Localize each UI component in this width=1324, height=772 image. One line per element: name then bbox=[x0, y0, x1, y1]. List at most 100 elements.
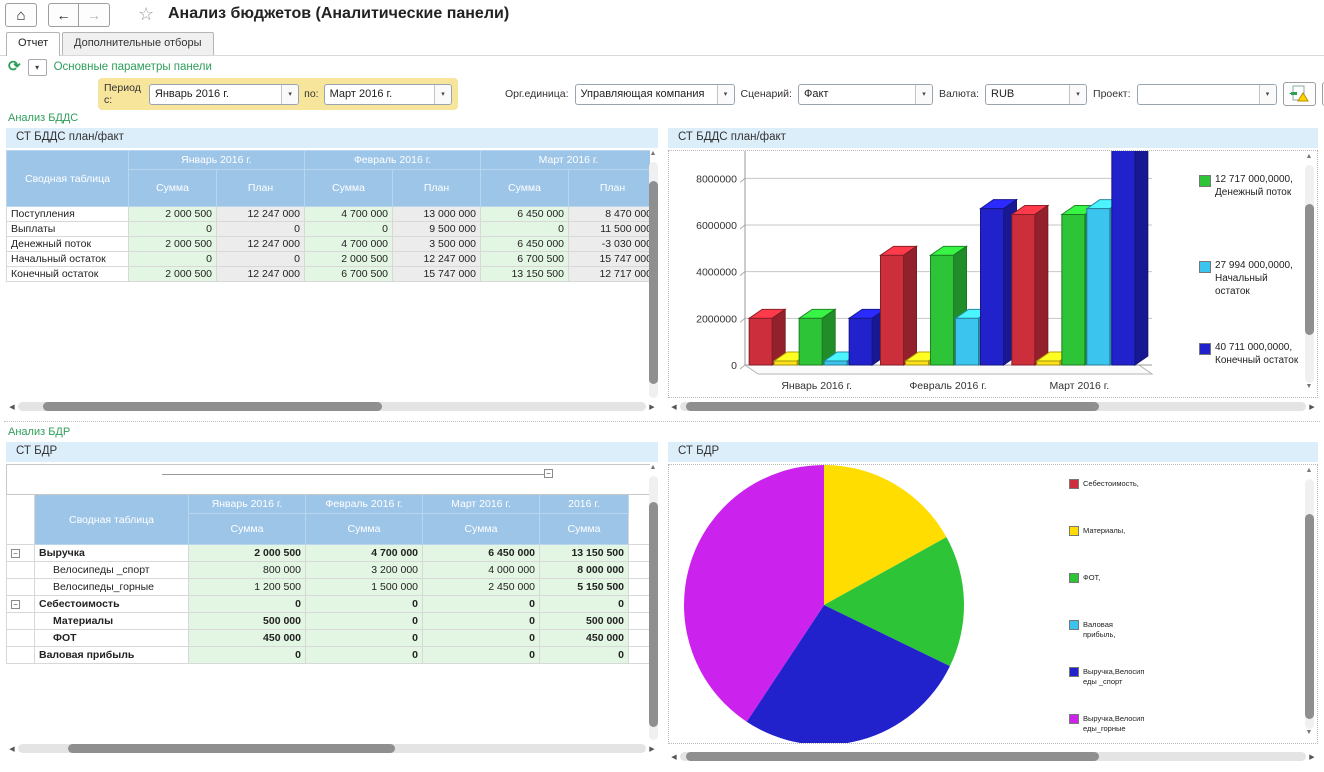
scroll-thumb[interactable] bbox=[686, 752, 1099, 761]
scroll-right-icon[interactable]: ▶ bbox=[1306, 403, 1318, 411]
export-settings-button[interactable] bbox=[1283, 82, 1316, 106]
period-to-combo[interactable]: Март 2016 г. ▾ bbox=[324, 84, 452, 105]
scroll-right-icon[interactable]: ▶ bbox=[646, 745, 658, 753]
home-button[interactable]: ⌂ bbox=[5, 3, 37, 27]
scroll-thumb[interactable] bbox=[649, 502, 658, 726]
bdr-table-hscrollbar[interactable]: ◀ ▶ bbox=[6, 742, 658, 755]
svg-text:8000000: 8000000 bbox=[696, 173, 737, 185]
scroll-right-icon[interactable]: ▶ bbox=[646, 403, 658, 411]
table-row[interactable]: Выплаты0009 500 000011 500 000 bbox=[7, 222, 651, 237]
table-row[interactable]: Начальный остаток002 000 50012 247 0006 … bbox=[7, 252, 651, 267]
value-cell: 6 450 000 bbox=[423, 545, 540, 562]
history-nav: ← → bbox=[48, 3, 110, 27]
chevron-down-icon[interactable]: ▾ bbox=[281, 85, 298, 104]
sub-column-header: Сумма bbox=[189, 514, 306, 545]
table-row[interactable]: Конечный остаток2 000 50012 247 0006 700… bbox=[7, 267, 651, 282]
table-row[interactable]: Валовая прибыль0000 bbox=[7, 647, 651, 664]
tabbar: Отчет Дополнительные отборы bbox=[0, 32, 1324, 55]
scroll-thumb[interactable] bbox=[1305, 204, 1314, 335]
value-cell: 0 bbox=[423, 647, 540, 664]
table-row[interactable]: ФОТ450 00000450 000 bbox=[7, 630, 651, 647]
scroll-left-icon[interactable]: ◀ bbox=[668, 753, 680, 761]
value-cell: 4 700 000 bbox=[306, 545, 423, 562]
collapse-params-button[interactable]: ▾ bbox=[28, 59, 47, 76]
table-row[interactable]: −Выручка2 000 5004 700 0006 450 00013 15… bbox=[7, 545, 651, 562]
sub-column-header: План bbox=[393, 170, 481, 207]
scroll-thumb[interactable] bbox=[649, 181, 658, 384]
period-to-label: по: bbox=[304, 88, 318, 100]
scroll-thumb[interactable] bbox=[68, 744, 395, 753]
scroll-up-icon[interactable]: ▲ bbox=[650, 464, 657, 476]
bdr-table-vscrollbar[interactable]: ▲ bbox=[647, 464, 659, 740]
scroll-right-icon[interactable]: ▶ bbox=[1306, 753, 1318, 761]
table-row[interactable]: −Себестоимость0000 bbox=[7, 596, 651, 613]
bdds-pivot-table: Сводная таблицаЯнварь 2016 г.Февраль 201… bbox=[6, 150, 650, 398]
chevron-down-icon[interactable]: ▾ bbox=[717, 85, 734, 104]
scroll-up-icon[interactable]: ▲ bbox=[1306, 467, 1313, 479]
sub-column-header: Сумма bbox=[481, 170, 569, 207]
favorite-star-icon[interactable]: ☆ bbox=[138, 4, 154, 25]
chevron-down-icon[interactable]: ▾ bbox=[1069, 85, 1086, 104]
scroll-up-icon[interactable]: ▲ bbox=[650, 150, 657, 162]
refresh-button[interactable]: ⟳ bbox=[8, 59, 21, 75]
org-unit-combo[interactable]: Управляющая компания ▾ bbox=[575, 84, 735, 105]
scroll-left-icon[interactable]: ◀ bbox=[668, 403, 680, 411]
collapse-row-button[interactable]: − bbox=[11, 549, 20, 558]
bdr-section-link[interactable]: Анализ БДР bbox=[8, 426, 70, 438]
bdr-legend-vscrollbar[interactable]: ▲ ▼ bbox=[1303, 467, 1315, 741]
row-name-cell: Денежный поток bbox=[7, 237, 129, 252]
value-cell: 13 000 000 bbox=[393, 207, 481, 222]
chevron-down-icon[interactable]: ▾ bbox=[1259, 85, 1276, 104]
bdds-chart-hscrollbar[interactable]: ◀ ▶ bbox=[668, 400, 1318, 413]
back-icon: ← bbox=[57, 7, 71, 23]
forward-button[interactable]: → bbox=[79, 3, 110, 27]
scroll-thumb[interactable] bbox=[43, 402, 382, 411]
chevron-down-icon[interactable]: ▾ bbox=[434, 85, 451, 104]
legend-label: Выручка,Велосипеды _спорт bbox=[1083, 667, 1145, 687]
scroll-down-icon[interactable]: ▼ bbox=[1306, 383, 1313, 395]
scroll-down-icon[interactable]: ▼ bbox=[1306, 729, 1313, 741]
tab-report[interactable]: Отчет bbox=[6, 32, 60, 56]
project-combo[interactable]: ▾ bbox=[1137, 84, 1277, 105]
value-cell: 12 247 000 bbox=[393, 252, 481, 267]
value-cell: -3 030 000 bbox=[569, 237, 651, 252]
table-row[interactable]: Велосипеды _спорт800 0003 200 0004 000 0… bbox=[7, 562, 651, 579]
scroll-left-icon[interactable]: ◀ bbox=[6, 403, 18, 411]
collapse-row-button[interactable]: − bbox=[11, 600, 20, 609]
bdds-table-vscrollbar[interactable]: ▲ bbox=[647, 150, 659, 398]
params-panel-link[interactable]: Основные параметры панели bbox=[54, 61, 212, 73]
chevron-down-icon[interactable]: ▾ bbox=[915, 85, 932, 104]
scenario-combo[interactable]: Факт ▾ bbox=[798, 84, 933, 105]
svg-text:2000000: 2000000 bbox=[696, 313, 737, 325]
row-expander-cell: − bbox=[7, 596, 35, 613]
value-cell: 450 000 bbox=[540, 630, 629, 647]
value-cell: 6 700 500 bbox=[481, 252, 569, 267]
legend-label: ФОТ, bbox=[1083, 573, 1145, 583]
expander-column-header bbox=[7, 495, 35, 545]
currency-combo[interactable]: RUB ▾ bbox=[985, 84, 1087, 105]
table-row[interactable]: Велосипеды_горные1 200 5001 500 0002 450… bbox=[7, 579, 651, 596]
scenario-label: Сценарий: bbox=[741, 88, 792, 100]
scroll-thumb[interactable] bbox=[1305, 514, 1314, 719]
bdds-legend-vscrollbar[interactable]: ▲ ▼ bbox=[1303, 153, 1315, 395]
legend-entry: Материалы, bbox=[1069, 526, 1145, 536]
period-from-combo[interactable]: Январь 2016 г. ▾ bbox=[149, 84, 299, 105]
table-row[interactable]: Денежный поток2 000 50012 247 0004 700 0… bbox=[7, 237, 651, 252]
bdds-section-link[interactable]: Анализ БДДС bbox=[8, 112, 78, 124]
collapse-columns-button[interactable]: − bbox=[544, 469, 553, 478]
other-filters: Орг.единица: Управляющая компания ▾ Сцен… bbox=[505, 82, 1324, 106]
bdds-table-hscrollbar[interactable]: ◀ ▶ bbox=[6, 400, 658, 413]
bdr-chart-hscrollbar[interactable]: ◀ ▶ bbox=[668, 750, 1318, 763]
org-unit-label: Орг.единица: bbox=[505, 88, 569, 100]
table-row[interactable]: Поступления2 000 50012 247 0004 700 0001… bbox=[7, 207, 651, 222]
value-cell: 450 000 bbox=[189, 630, 306, 647]
scenario-value: Факт bbox=[799, 85, 915, 104]
back-button[interactable]: ← bbox=[48, 3, 79, 27]
table-row[interactable]: Материалы500 00000500 000 bbox=[7, 613, 651, 630]
tab-additional-filters[interactable]: Дополнительные отборы bbox=[62, 32, 214, 55]
value-cell: 0 bbox=[189, 647, 306, 664]
scroll-thumb[interactable] bbox=[686, 402, 1099, 411]
scroll-up-icon[interactable]: ▲ bbox=[1306, 153, 1313, 165]
sub-column-header: Сумма bbox=[129, 170, 217, 207]
scroll-left-icon[interactable]: ◀ bbox=[6, 745, 18, 753]
